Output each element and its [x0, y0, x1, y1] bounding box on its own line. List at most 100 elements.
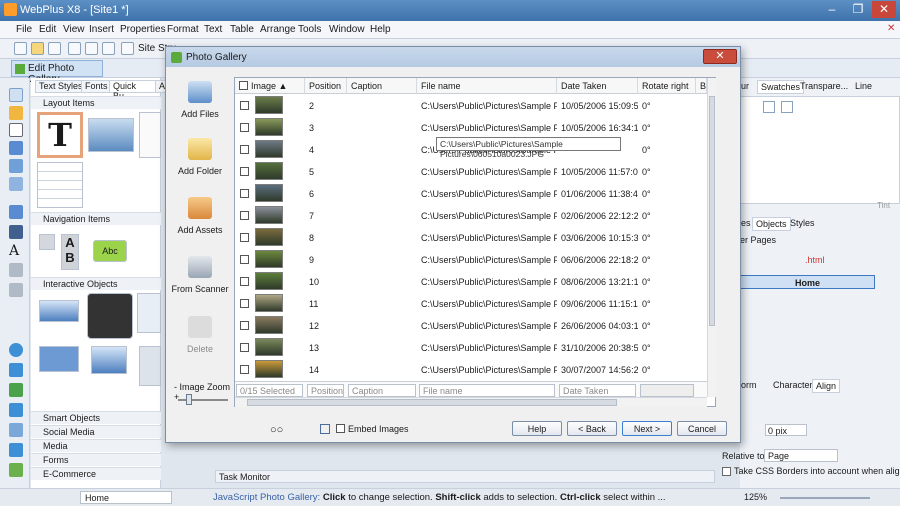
tab-objects[interactable]: Objects: [752, 217, 791, 231]
col-caption[interactable]: Caption: [347, 78, 417, 94]
menu-format[interactable]: Format: [167, 24, 199, 35]
col-rotate-right[interactable]: Rotate right: [638, 78, 696, 94]
navigation-tool-icon[interactable]: [9, 363, 23, 377]
col-image[interactable]: Image ▲: [235, 78, 305, 94]
menu-properties[interactable]: Properties: [120, 24, 166, 35]
row-caption[interactable]: [347, 336, 417, 358]
table-item[interactable]: [37, 162, 83, 208]
web-tool-icon[interactable]: [9, 343, 23, 357]
row-checkbox[interactable]: [240, 233, 249, 242]
vertical-scroll-thumb[interactable]: [709, 96, 715, 326]
row-checkbox[interactable]: [240, 167, 249, 176]
caption-filter[interactable]: Caption: [348, 384, 416, 397]
pointer-tool-icon[interactable]: [9, 88, 23, 102]
menu-arrange[interactable]: Arrange: [260, 24, 296, 35]
social-tool-icon[interactable]: [9, 403, 23, 417]
horizontal-scroll-thumb[interactable]: [247, 399, 617, 406]
zoom-slider[interactable]: [780, 497, 870, 499]
date-taken-filter[interactable]: Date Taken: [559, 384, 636, 397]
rotate-filter[interactable]: [640, 384, 694, 397]
binoculars-icon[interactable]: ○○: [270, 424, 283, 436]
menu-text[interactable]: Text: [204, 24, 222, 35]
section-social-media[interactable]: Social Media: [31, 425, 161, 438]
table-row[interactable]: 12 C:\Users\Public\Pictures\Sample Pictu.…: [235, 314, 707, 336]
col-position[interactable]: Position: [305, 78, 347, 94]
section-forms[interactable]: Forms: [31, 453, 161, 466]
add-assets-button[interactable]: Add Assets: [166, 197, 234, 235]
menu-window[interactable]: Window: [329, 24, 365, 35]
tab-transparency[interactable]: Transpare...: [797, 80, 851, 92]
select-all-checkbox[interactable]: [239, 81, 248, 90]
row-caption[interactable]: [347, 248, 417, 270]
row-checkbox[interactable]: [240, 145, 249, 154]
ecommerce-tool-icon[interactable]: [9, 443, 23, 457]
row-checkbox[interactable]: [240, 343, 249, 352]
crop-tool-icon[interactable]: [9, 177, 23, 191]
row-checkbox[interactable]: [240, 101, 249, 110]
site-structure-icon[interactable]: [121, 42, 134, 55]
tab-line[interactable]: Line: [852, 80, 875, 92]
file-name-filter[interactable]: File name: [419, 384, 555, 397]
row-rotate[interactable]: 0°: [638, 270, 696, 292]
row-checkbox[interactable]: [240, 189, 249, 198]
table-row[interactable]: 10 C:\Users\Public\Pictures\Sample Pictu.…: [235, 270, 707, 292]
menu-insert[interactable]: Insert: [89, 24, 114, 35]
row-rotate[interactable]: 0°: [638, 226, 696, 248]
tab-character[interactable]: Character: [770, 379, 816, 391]
menu-help[interactable]: Help: [370, 24, 391, 35]
text-frame-item[interactable]: T: [37, 112, 83, 158]
table-row[interactable]: 2 C:\Users\Public\Pictures\Sample Pictu..…: [235, 94, 707, 116]
smart-tool-icon[interactable]: [9, 463, 23, 477]
position-filter[interactable]: Position: [307, 384, 344, 397]
copy-icon[interactable]: [85, 42, 98, 55]
home-page-item[interactable]: Home: [740, 275, 875, 289]
forms-tool-icon[interactable]: [9, 423, 23, 437]
image-zoom-thumb[interactable]: [186, 394, 192, 405]
grid-vertical-scrollbar[interactable]: [707, 78, 716, 397]
edit-photo-gallery-button[interactable]: Edit Photo Gallery: [11, 60, 103, 85]
table-row[interactable]: 14 C:\Users\Public\Pictures\Sample Pictu.…: [235, 358, 707, 380]
row-caption[interactable]: [347, 358, 417, 380]
row-checkbox[interactable]: [240, 255, 249, 264]
delete-button[interactable]: Delete: [166, 316, 234, 354]
row-rotate[interactable]: 0°: [638, 94, 696, 116]
task-monitor-panel[interactable]: Task Monitor: [215, 470, 715, 483]
tab-transform[interactable]: orm: [738, 379, 760, 391]
close-doc-icon[interactable]: ✕: [887, 23, 895, 34]
fill-tool-icon[interactable]: [9, 263, 23, 277]
section-smart-objects[interactable]: Smart Objects: [31, 411, 161, 424]
popup-item[interactable]: [39, 346, 79, 372]
next-button[interactable]: Next >: [622, 421, 672, 436]
table-row[interactable]: 13 C:\Users\Public\Pictures\Sample Pictu.…: [235, 336, 707, 358]
row-checkbox[interactable]: [240, 277, 249, 286]
section-layout-items[interactable]: Layout Items: [31, 96, 161, 109]
row-rotate[interactable]: 0°: [638, 138, 696, 160]
row-rotate[interactable]: 0°: [638, 336, 696, 358]
row-caption[interactable]: [347, 270, 417, 292]
row-rotate[interactable]: 0°: [638, 314, 696, 336]
section-media[interactable]: Media: [31, 439, 161, 452]
section-interactive-objects[interactable]: Interactive Objects: [31, 277, 161, 290]
lightbox-item[interactable]: [39, 300, 79, 322]
row-checkbox[interactable]: [240, 123, 249, 132]
row-rotate[interactable]: 0°: [638, 292, 696, 314]
section-navigation-items[interactable]: Navigation Items: [31, 212, 161, 225]
tab-text-styles[interactable]: Text Styles: [35, 80, 87, 93]
nav-ab-icon[interactable]: AB: [61, 234, 79, 270]
from-scanner-button[interactable]: From Scanner: [166, 256, 234, 294]
nav-button-item[interactable]: Abc: [93, 240, 127, 262]
grid-horizontal-scrollbar[interactable]: [235, 397, 707, 407]
pen-tool-icon[interactable]: [9, 225, 23, 239]
menu-file[interactable]: File: [16, 24, 32, 35]
cut-icon[interactable]: [68, 42, 81, 55]
table-row[interactable]: 9 C:\Users\Public\Pictures\Sample Pictu..…: [235, 248, 707, 270]
new-file-icon[interactable]: [14, 42, 27, 55]
row-caption[interactable]: [347, 160, 417, 182]
text-tool-icon[interactable]: [9, 123, 23, 137]
row-caption[interactable]: [347, 182, 417, 204]
menu-edit[interactable]: Edit: [39, 24, 56, 35]
row-checkbox[interactable]: [240, 299, 249, 308]
rollover-item[interactable]: [91, 346, 127, 374]
row-rotate[interactable]: 0°: [638, 116, 696, 138]
row-caption[interactable]: [347, 226, 417, 248]
